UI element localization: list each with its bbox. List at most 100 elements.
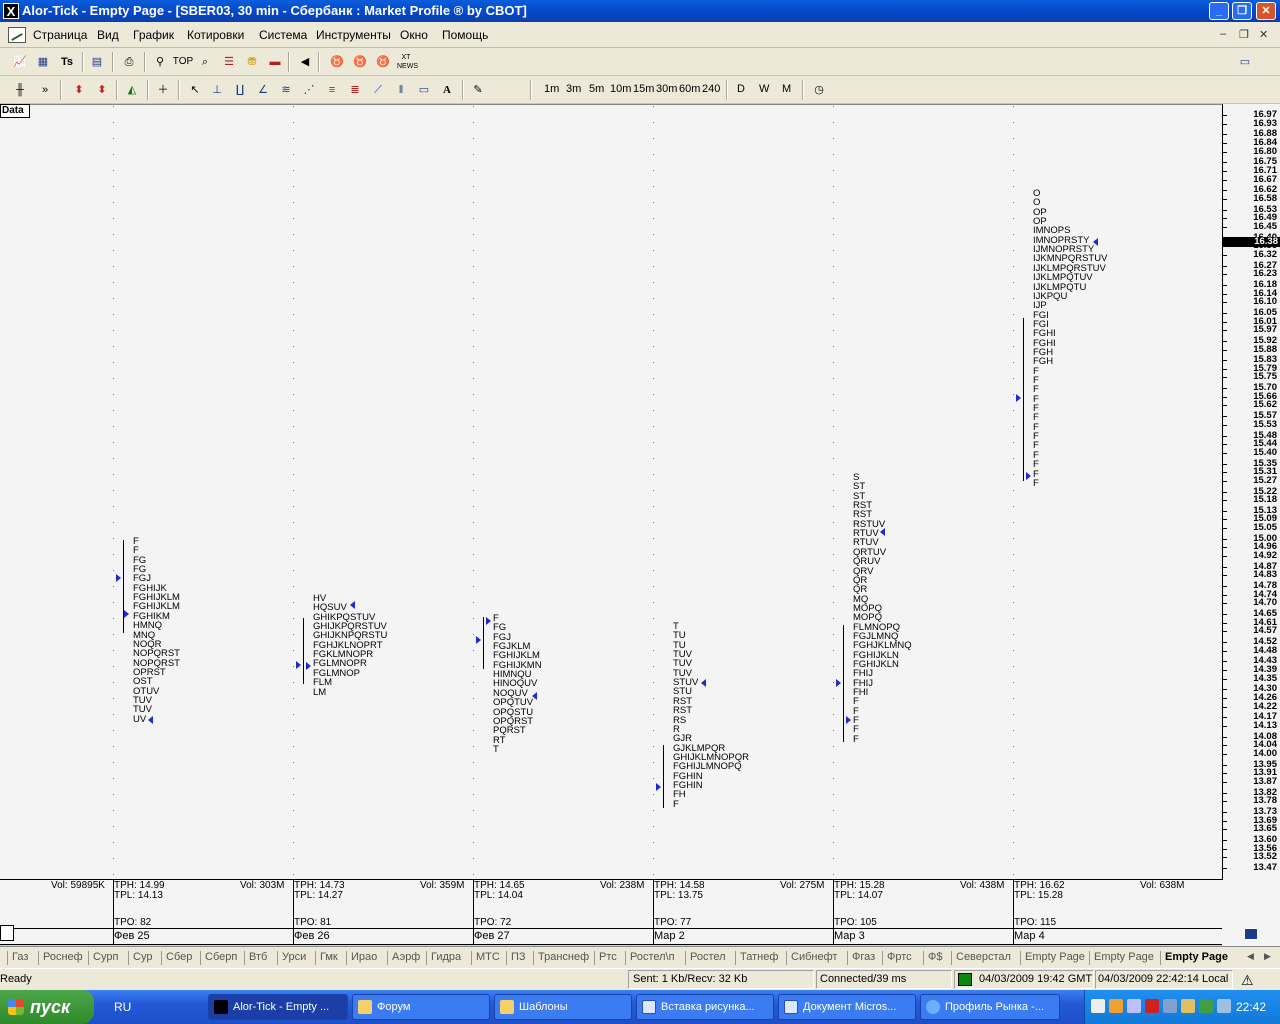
- trendline-icon[interactable]: ∠: [254, 81, 272, 99]
- chart-window-icon[interactable]: [8, 27, 26, 43]
- rectangle-icon[interactable]: ▭: [415, 81, 433, 99]
- menu-window[interactable]: Окно: [400, 28, 428, 42]
- minimize-button[interactable]: _: [1209, 2, 1229, 20]
- page-tab[interactable]: Гмк: [320, 951, 338, 963]
- menu-quotes[interactable]: Котировки: [187, 28, 244, 42]
- cycles-icon[interactable]: ‖: [392, 81, 410, 99]
- task-templates[interactable]: Шаблоны: [494, 994, 632, 1020]
- start-button[interactable]: пуск: [0, 990, 94, 1024]
- page-tab[interactable]: ПЗ: [511, 951, 526, 963]
- page-tab[interactable]: Роснеф: [43, 951, 83, 963]
- top-button[interactable]: TOP: [172, 53, 194, 71]
- task-word-document[interactable]: Документ Micros...: [778, 994, 916, 1020]
- tray-app-icon[interactable]: [1181, 999, 1195, 1013]
- page-tab[interactable]: Ростел\п: [630, 951, 675, 963]
- page-tab[interactable]: Татнеф: [740, 951, 778, 963]
- timeframe-30m[interactable]: 30m: [656, 83, 677, 95]
- bull-icon[interactable]: ♉: [328, 53, 346, 71]
- page-tab[interactable]: Empty Page: [1025, 951, 1085, 963]
- menu-system[interactable]: Система: [259, 28, 307, 42]
- task-forum[interactable]: Форум: [352, 994, 490, 1020]
- fibo-icon[interactable]: ≡: [323, 81, 341, 99]
- language-indicator[interactable]: RU: [114, 1000, 131, 1014]
- warning-icon[interactable]: ⚠: [1241, 972, 1254, 989]
- page-tab[interactable]: Сбер: [166, 951, 192, 963]
- page-tab[interactable]: Фгаз: [852, 951, 875, 963]
- page-tab[interactable]: Гидра: [431, 951, 461, 963]
- page-tab[interactable]: Empty Page: [1165, 951, 1228, 963]
- bar-chart-icon[interactable]: ╫: [11, 81, 29, 99]
- fibo-levels-icon[interactable]: ≣: [346, 81, 364, 99]
- binoculars-icon[interactable]: ⚲: [151, 53, 169, 71]
- news-icon[interactable]: XT NEWS: [397, 53, 418, 71]
- page-tab[interactable]: Empty Page: [1094, 951, 1154, 963]
- flag-icon[interactable]: ▬: [266, 53, 284, 71]
- coins-icon[interactable]: ⛃: [243, 53, 261, 71]
- page-tab[interactable]: Сур: [133, 951, 152, 963]
- vline-icon[interactable]: ∐: [231, 81, 249, 99]
- close-button[interactable]: ✕: [1256, 2, 1276, 20]
- timeframe-5m[interactable]: 5m: [589, 83, 604, 95]
- timeframe-10m[interactable]: 10m: [610, 83, 631, 95]
- bull-icon-3[interactable]: ♉: [374, 53, 392, 71]
- pencil-icon[interactable]: ✎: [469, 81, 487, 99]
- menu-page[interactable]: Страница: [33, 28, 87, 42]
- gann-icon[interactable]: ⟋: [369, 81, 387, 99]
- timeframe-month[interactable]: M: [782, 83, 791, 95]
- tab-scroll-right-icon[interactable]: ▶: [1264, 951, 1271, 962]
- timeframe-240[interactable]: 240: [702, 83, 720, 95]
- tray-app-icon[interactable]: [1091, 999, 1105, 1013]
- timeframe-week[interactable]: W: [759, 83, 769, 95]
- tab-scroll-left-icon[interactable]: ◀: [1247, 951, 1254, 962]
- tray-app-icon[interactable]: [1163, 999, 1177, 1013]
- print-icon[interactable]: ⎙: [120, 53, 138, 71]
- time-sales-icon[interactable]: Ts: [58, 53, 76, 71]
- mdi-restore-icon[interactable]: ❐: [1239, 28, 1249, 41]
- data-label[interactable]: Data: [0, 104, 30, 118]
- timeframe-day[interactable]: D: [737, 83, 745, 95]
- search-icon[interactable]: ⌕: [196, 53, 214, 71]
- channel-icon[interactable]: ≋: [277, 81, 295, 99]
- line-chart-icon[interactable]: 📈: [11, 53, 29, 71]
- tray-network-icon[interactable]: [1127, 999, 1141, 1013]
- tray-volume-icon[interactable]: [1217, 999, 1231, 1013]
- tray-app-icon[interactable]: [1199, 999, 1213, 1013]
- menu-view[interactable]: Вид: [97, 28, 119, 42]
- indicator-icon[interactable]: ◭: [123, 81, 141, 99]
- page-tab[interactable]: Аэрф: [392, 951, 420, 963]
- page-tab[interactable]: Ростел: [690, 951, 726, 963]
- timeframe-3m[interactable]: 3m: [566, 83, 581, 95]
- menu-help[interactable]: Помощь: [442, 28, 488, 42]
- timeframe-15m[interactable]: 15m: [633, 83, 654, 95]
- page-tab[interactable]: Газ: [12, 951, 28, 963]
- zoom-out-icon[interactable]: ⬍: [93, 81, 111, 99]
- page-icon[interactable]: ▤: [88, 53, 106, 71]
- tray-antivirus-icon[interactable]: [1145, 999, 1159, 1013]
- zoom-in-icon[interactable]: ⬍: [70, 81, 88, 99]
- list-icon[interactable]: ☰: [220, 53, 238, 71]
- task-alor-tick[interactable]: Alor-Tick - Empty ...: [208, 994, 348, 1020]
- page-tab[interactable]: Северстал: [956, 951, 1011, 963]
- text-tool-icon[interactable]: A: [438, 81, 456, 99]
- page-tab[interactable]: Ртс: [599, 951, 617, 963]
- menu-chart[interactable]: График: [133, 28, 174, 42]
- crosshair-icon[interactable]: ＋: [154, 81, 172, 99]
- page-tab[interactable]: Ф$: [928, 951, 942, 963]
- page-tab[interactable]: Сберп: [205, 951, 237, 963]
- app-icon[interactable]: X: [3, 3, 19, 19]
- page-tab[interactable]: МТС: [476, 951, 500, 963]
- task-market-profile[interactable]: Профиль Рынка -...: [920, 994, 1060, 1020]
- timeframe-1m[interactable]: 1m: [544, 83, 559, 95]
- page-tab[interactable]: Втб: [249, 951, 267, 963]
- pointer-icon[interactable]: ↖: [186, 81, 204, 99]
- price-axis[interactable]: 16.97 16.93 16.88 16.84 16.80 16.75 16.71 16.67…: [1222, 104, 1280, 880]
- task-insert-picture[interactable]: Вставка рисунка...: [636, 994, 774, 1020]
- chart-settings-icon[interactable]: [1244, 928, 1258, 940]
- hline-icon[interactable]: ⊥: [208, 81, 226, 99]
- notes-icon[interactable]: ▭: [1236, 53, 1254, 71]
- tray-app-icon[interactable]: [1109, 999, 1123, 1013]
- page-tab[interactable]: Транснеф: [538, 951, 589, 963]
- fan-icon[interactable]: ⋰: [300, 81, 318, 99]
- tray-clock[interactable]: 22:42: [1236, 1000, 1266, 1014]
- mdi-minimize-icon[interactable]: –: [1220, 28, 1226, 40]
